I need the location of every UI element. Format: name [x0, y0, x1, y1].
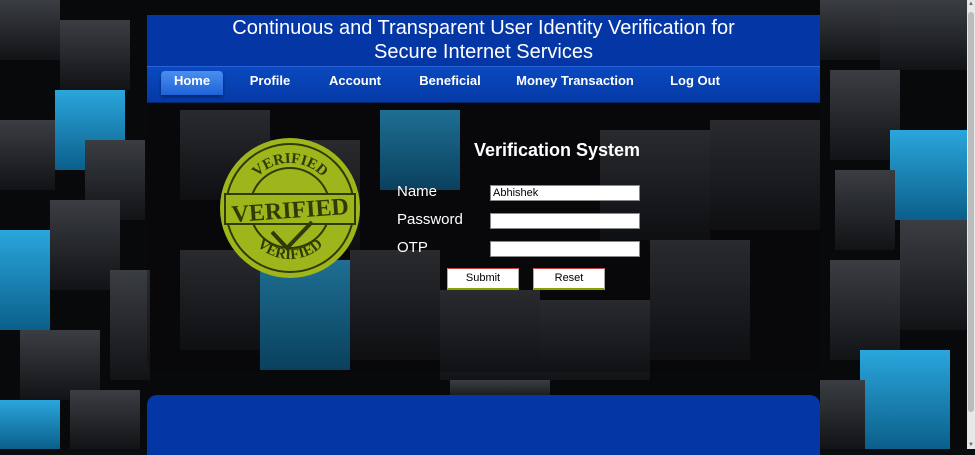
reset-button[interactable]: Reset — [533, 268, 605, 290]
scroll-down-arrow-icon[interactable]: ▼ — [967, 441, 975, 449]
site-header: Continuous and Transparent User Identity… — [147, 15, 820, 103]
name-input[interactable] — [490, 185, 640, 201]
password-label: Password — [397, 211, 463, 228]
scroll-up-arrow-icon[interactable]: ▲ — [967, 0, 975, 8]
nav-money-transaction[interactable]: Money Transaction — [513, 71, 637, 95]
otp-input[interactable] — [490, 241, 640, 257]
main-nav: Home Profile Account Beneficial Money Tr… — [147, 66, 820, 103]
vertical-scrollbar[interactable]: ▲ ▼ — [967, 0, 975, 449]
otp-label: OTP — [397, 239, 428, 256]
password-input[interactable] — [490, 213, 640, 229]
submit-button[interactable]: Submit — [447, 268, 519, 290]
title-line-1: Continuous and Transparent User Identity… — [232, 17, 735, 39]
site-footer — [147, 395, 820, 455]
verified-stamp-icon: VERIFIED VERIFIED VERIFIED — [220, 138, 360, 278]
nav-account[interactable]: Account — [323, 71, 387, 95]
nav-log-out[interactable]: Log Out — [661, 71, 729, 95]
nav-beneficial[interactable]: Beneficial — [411, 71, 489, 95]
nav-home[interactable]: Home — [161, 71, 223, 95]
form-title: Verification System — [473, 140, 641, 160]
page-title: Continuous and Transparent User Identity… — [147, 16, 820, 64]
nav-profile[interactable]: Profile — [241, 71, 299, 95]
scrollbar-thumb[interactable] — [968, 12, 974, 412]
name-label: Name — [397, 183, 438, 200]
title-line-2: Secure Internet Services — [374, 41, 593, 63]
